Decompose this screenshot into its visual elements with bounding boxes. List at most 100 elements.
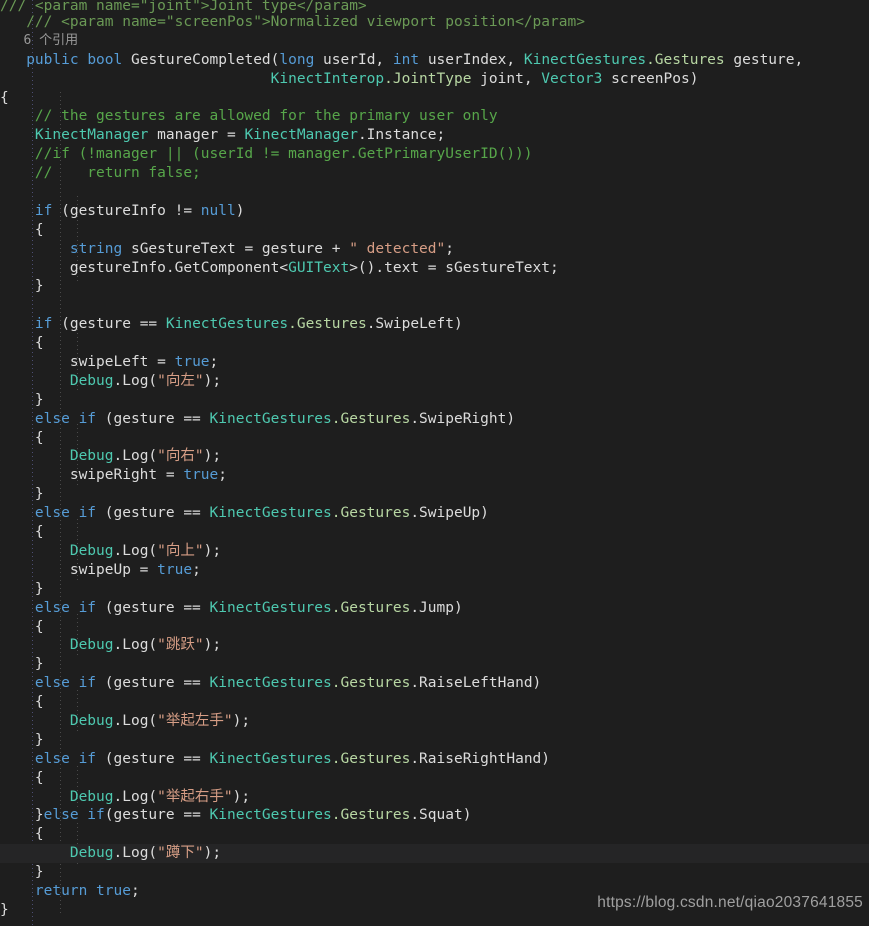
- brace-close-method: }: [0, 901, 9, 918]
- code-line-if-swipeleft: if (gesture == KinectGestures.Gestures.S…: [0, 315, 869, 334]
- type-debug-4: Debug: [69, 637, 114, 654]
- param-gesture: gesture,: [724, 51, 804, 68]
- keyword-elseif-4: else if: [34, 675, 97, 692]
- param-userid: userId,: [314, 51, 393, 68]
- code-line-comment-primary-user: // the gestures are allowed for the prim…: [0, 107, 869, 126]
- brace-close-6: }: [34, 731, 44, 748]
- debug-log-open-2: .Log(: [113, 448, 158, 465]
- type-debug-3: Debug: [69, 542, 114, 559]
- paren-close-4: ): [480, 505, 489, 522]
- assign-sgesturetext: sGestureText = gesture +: [122, 240, 350, 257]
- comment-return-false: // return false;: [34, 165, 201, 182]
- cond-gesture-eq-3: (gesture ==: [96, 505, 210, 522]
- type-jointtype: .JointType: [384, 70, 472, 87]
- code-line-assign-swiperight: swipeRight = true;: [0, 466, 869, 485]
- code-line-comment-return-false: // return false;: [0, 164, 869, 183]
- brace-open-6: {: [34, 694, 44, 711]
- debug-log-close-7: );: [203, 845, 222, 862]
- code-lens-reference-count[interactable]: 6 个引用: [0, 32, 869, 51]
- enum-swipeleft: .SwipeLeft: [366, 316, 454, 333]
- keyword-true-3: true: [157, 561, 193, 578]
- semicolon-2: ;: [209, 354, 219, 371]
- string-right: "向右": [157, 448, 204, 465]
- var-manager: manager =: [148, 127, 245, 144]
- string-raise-right: "举起右手": [157, 788, 233, 805]
- debug-log-open-7: .Log(: [113, 845, 158, 862]
- code-line-elseif-squat: }else if(gesture == KinectGestures.Gestu…: [0, 806, 869, 825]
- code-line-brace-open-5: {: [0, 618, 869, 637]
- type-kinectgestures: KinectGestures: [523, 51, 647, 68]
- keyword-elseif-3: else if: [34, 599, 97, 616]
- code-line-elseif-swipeup: else if (gesture == KinectGestures.Gestu…: [0, 504, 869, 523]
- member-instance: .Instance;: [357, 127, 446, 144]
- code-editor[interactable]: /// <param name="joint">Joint type</para…: [0, 0, 869, 926]
- type-guitext: GUIText: [288, 259, 350, 276]
- string-squat: "蹲下": [157, 845, 204, 862]
- semicolon-5: ;: [130, 882, 140, 899]
- code-line-brace-open-1: {: [0, 221, 869, 240]
- string-up: "向上": [157, 542, 204, 559]
- type-kinectgestures-6: KinectGestures: [209, 750, 332, 767]
- code-line-log-squat: Debug.Log("蹲下");: [0, 844, 869, 864]
- brace-open-7: {: [34, 769, 44, 786]
- doc-comment-text-2: /// <param name=: [26, 14, 166, 30]
- type-kinectgestures-2: KinectGestures: [209, 410, 332, 427]
- code-content[interactable]: /// <param name="joint">Joint type</para…: [0, 0, 869, 920]
- doc-param-name-joint: "joint": [139, 0, 201, 13]
- enum-jump: .Jump: [410, 599, 454, 616]
- reference-count-label[interactable]: 6 个引用: [23, 33, 78, 48]
- code-line-log-right: Debug.Log("向右");: [0, 447, 869, 466]
- code-line-elseif-raiselefthand: else if (gesture == KinectGestures.Gestu…: [0, 674, 869, 693]
- doc-param-rest-screenpos: >Normalized viewport position</param>: [261, 14, 585, 30]
- brace-close-1: }: [34, 278, 44, 295]
- paren-close-8: ): [462, 807, 472, 824]
- enum-gestures-4: .Gestures: [331, 599, 411, 616]
- keyword-public: public: [26, 51, 79, 68]
- cond-gesture-eq-5: (gesture ==: [96, 675, 210, 692]
- code-line-log-jump: Debug.Log("跳跃");: [0, 636, 869, 655]
- return-value-true: true: [87, 882, 131, 899]
- enum-squat: .Squat: [410, 807, 463, 824]
- paren-close-7: ): [541, 750, 551, 767]
- enum-gestures: .Gestures: [646, 51, 725, 68]
- debug-log-open-6: .Log(: [113, 788, 158, 805]
- guitext-text-assign: >().text = sGestureText;: [349, 259, 559, 276]
- cond-gesture-eq-4: (gesture ==: [96, 599, 210, 616]
- type-debug-6: Debug: [69, 788, 114, 805]
- brace-close-8: }: [34, 864, 44, 881]
- code-line-elseif-raiserighthand: else if (gesture == KinectGestures.Gestu…: [0, 750, 869, 769]
- assign-swiperight: swipeRight =: [69, 467, 184, 484]
- keyword-elseif-1: else if: [34, 410, 97, 427]
- code-line-brace-open-2: {: [0, 334, 869, 353]
- paren-close-3: ): [506, 410, 516, 427]
- debug-log-open-4: .Log(: [113, 637, 158, 654]
- code-line-brace-close-6: }: [0, 731, 869, 750]
- code-line-log-raise-left: Debug.Log("举起左手");: [0, 712, 869, 731]
- semicolon-4: ;: [192, 561, 201, 578]
- cond-gesture-eq-2: (gesture ==: [96, 410, 210, 427]
- type-kinectmanager-2: KinectManager: [244, 127, 358, 144]
- assign-swipeleft: swipeLeft =: [69, 354, 175, 371]
- type-debug-7: Debug: [69, 845, 114, 862]
- brace-open-8: {: [34, 826, 44, 843]
- enum-gestures-7: .Gestures: [331, 807, 411, 824]
- type-kinectgestures-5: KinectGestures: [209, 675, 332, 692]
- string-detected: " detected": [349, 240, 446, 257]
- type-debug-5: Debug: [69, 712, 114, 729]
- string-jump: "跳跃": [157, 637, 204, 654]
- comment-if-manager: //if (!manager || (userId != manager.Get…: [34, 146, 533, 163]
- brace-close-2: }: [34, 391, 44, 408]
- type-kinectgestures-7: KinectGestures: [209, 807, 332, 824]
- debug-log-close-6: );: [232, 788, 251, 805]
- enum-raiselefthand: .RaiseLeftHand: [410, 675, 533, 692]
- code-line-gestureinfo-getcomponent: gestureInfo.GetComponent<GUIText>().text…: [0, 259, 869, 278]
- code-line-log-up: Debug.Log("向上");: [0, 542, 869, 561]
- string-left: "向左": [157, 372, 204, 389]
- paren-close-5: ): [453, 599, 463, 616]
- semicolon-1: ;: [445, 240, 454, 257]
- code-line-method-signature: public bool GestureCompleted(long userId…: [0, 51, 869, 70]
- brace-open-4: {: [34, 524, 44, 541]
- code-line-doc-param-screenpos: /// <param name="screenPos">Normalized v…: [0, 13, 869, 32]
- debug-log-open-3: .Log(: [113, 542, 158, 559]
- brace-open-3: {: [34, 429, 44, 446]
